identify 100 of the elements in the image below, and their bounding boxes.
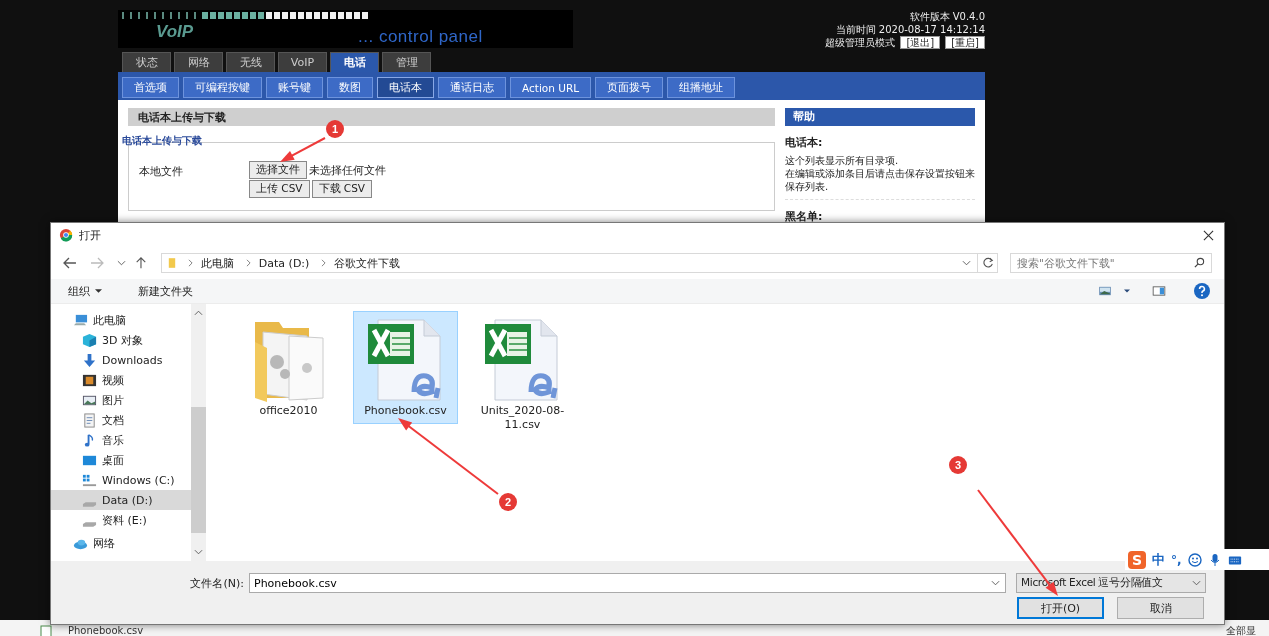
computer-icon [73,312,88,328]
sub-tab[interactable]: 首选项 [122,77,179,98]
download-item[interactable]: Phonebook.csv [68,625,144,636]
refresh-icon [981,257,994,269]
sub-tab[interactable]: 账号键 [266,77,323,98]
logo-title: VoIP [156,22,194,42]
scrollbar[interactable] [191,304,206,561]
show-all-link[interactable]: 全部显 [1226,625,1256,636]
new-folder-button[interactable]: 新建文件夹 [138,283,193,299]
nav-item[interactable]: 此电脑 [51,310,191,330]
fieldset-legend: 电话本上传与下载 [122,135,775,147]
help-text: 这个列表显示所有目录项. 在编辑或添加条目后请点击保存设置按钮来保存列表. [785,154,975,193]
up-arrow-icon[interactable] [133,257,148,269]
close-icon[interactable] [1203,229,1214,241]
breadcrumb-item[interactable]: Data (D:) [258,256,310,270]
csv-button[interactable]: 下载 CSV [311,180,373,198]
address-bar[interactable]: 此电脑 Data (D:) 谷歌文件下载 [160,253,979,273]
main-tab[interactable]: 状态 [122,52,171,72]
chevron-down-icon [991,580,1000,586]
mode-text: 超级管理员模式 [825,36,896,49]
sub-tab[interactable]: 数图 [327,77,373,98]
chevron-down-icon [1192,580,1201,586]
scroll-up-icon[interactable] [194,310,203,316]
scroll-thumb[interactable] [191,407,206,533]
nav-item[interactable]: 资料 (E:) [51,510,191,530]
drive-icon [82,521,97,527]
organize-menu[interactable]: 组织 [68,283,102,299]
help-title: 帮助 [785,108,975,126]
breadcrumb-item[interactable]: 此电脑 [200,255,234,271]
nav-item[interactable]: 文档 [51,410,191,430]
number-badge: 2 [499,493,517,511]
cube-icon [82,332,97,348]
section-title: 电话本上传与下载 [128,108,775,126]
caret-icon[interactable] [1124,289,1130,293]
main-tab[interactable]: 无线 [226,52,275,72]
number-badge: 1 [326,120,344,138]
filename-label: 文件名(N): [189,575,244,591]
nav-item[interactable]: Downloads [51,350,191,370]
film-icon [82,372,97,388]
chevron-down-icon[interactable] [962,260,972,266]
smiley-icon[interactable] [1187,552,1202,567]
file-item[interactable]: office2010 [236,311,341,424]
file-item[interactable]: Phonebook.csv [353,311,458,424]
nav-item[interactable]: Windows (C:) [51,470,191,490]
sub-tab[interactable]: 电话本 [377,77,434,98]
scroll-down-icon[interactable] [194,549,203,555]
header-button[interactable]: [退出] [900,36,941,49]
file-item[interactable]: Units_2020-08-11.csv [470,311,575,438]
choose-file-button[interactable]: 选择文件 [249,161,307,179]
back-arrow-icon[interactable] [63,257,77,269]
search-field[interactable]: 搜索"谷歌文件下载" [1010,253,1212,273]
search-icon [1194,257,1205,268]
chevron-right-icon [187,259,193,267]
main-tab[interactable]: VoIP [278,52,327,72]
header-button[interactable]: [重启] [945,36,985,49]
preview-pane-icon[interactable] [1152,286,1166,296]
logo-subtitle: ... control panel [358,27,483,47]
folder-icon [167,257,176,269]
version-text: 软件版本 V0.4.0 [909,10,985,23]
browser-logo-icon [59,228,73,242]
chevron-down-icon[interactable] [116,260,126,266]
field-label: 本地文件 [139,164,184,180]
filename-field[interactable]: Phonebook.csv [249,573,1006,593]
ime-punctuation[interactable]: °, [1171,552,1182,567]
nav-item[interactable]: 3D 对象 [51,330,191,350]
document-icon [82,412,97,428]
help-heading: 黑名单: [785,209,824,224]
chevron-right-icon [245,259,251,267]
main-tab[interactable]: 网络 [174,52,223,72]
nav-item[interactable]: Data (D:) [51,490,191,510]
dialog-title: 打开 [79,227,101,243]
download-icon [82,352,97,368]
ime-mode[interactable]: 中 [1152,550,1165,569]
number-badge: 3 [949,456,967,474]
refresh-button[interactable] [978,253,998,273]
drive-icon [82,501,97,507]
sub-tab[interactable]: 页面拨号 [595,77,664,98]
sub-tab[interactable]: 通话日志 [438,77,506,98]
sub-tab[interactable]: 组播地址 [667,77,736,98]
file-status-text: 未选择任何文件 [309,162,386,178]
help-heading: 电话本: [785,135,824,150]
nav-item[interactable]: 音乐 [51,430,191,450]
time-text: 当前时间 2020-08-17 14:12:14 [835,23,985,36]
nav-item[interactable]: 图片 [51,390,191,410]
chevron-right-icon [321,259,327,267]
view-icon[interactable] [1098,286,1112,296]
main-tab[interactable]: 管理 [382,52,431,72]
csv-button[interactable]: 上传 CSV [249,180,310,198]
drive-icon [82,472,97,488]
nav-item[interactable]: 视频 [51,370,191,390]
breadcrumb-item[interactable]: 谷歌文件下载 [334,255,401,271]
dialog-button[interactable]: 取消 [1117,597,1204,619]
nav-item[interactable]: 桌面 [51,450,191,470]
dialog-button[interactable]: 打开(O) [1017,597,1104,619]
sub-tab[interactable]: 可编程按键 [183,77,262,98]
caret-icon [95,289,102,293]
main-tab[interactable]: 电话 [330,52,379,72]
help-icon[interactable] [1194,283,1210,299]
sub-tab[interactable]: Action URL [510,77,592,98]
nav-item[interactable]: 网络 [51,533,191,553]
